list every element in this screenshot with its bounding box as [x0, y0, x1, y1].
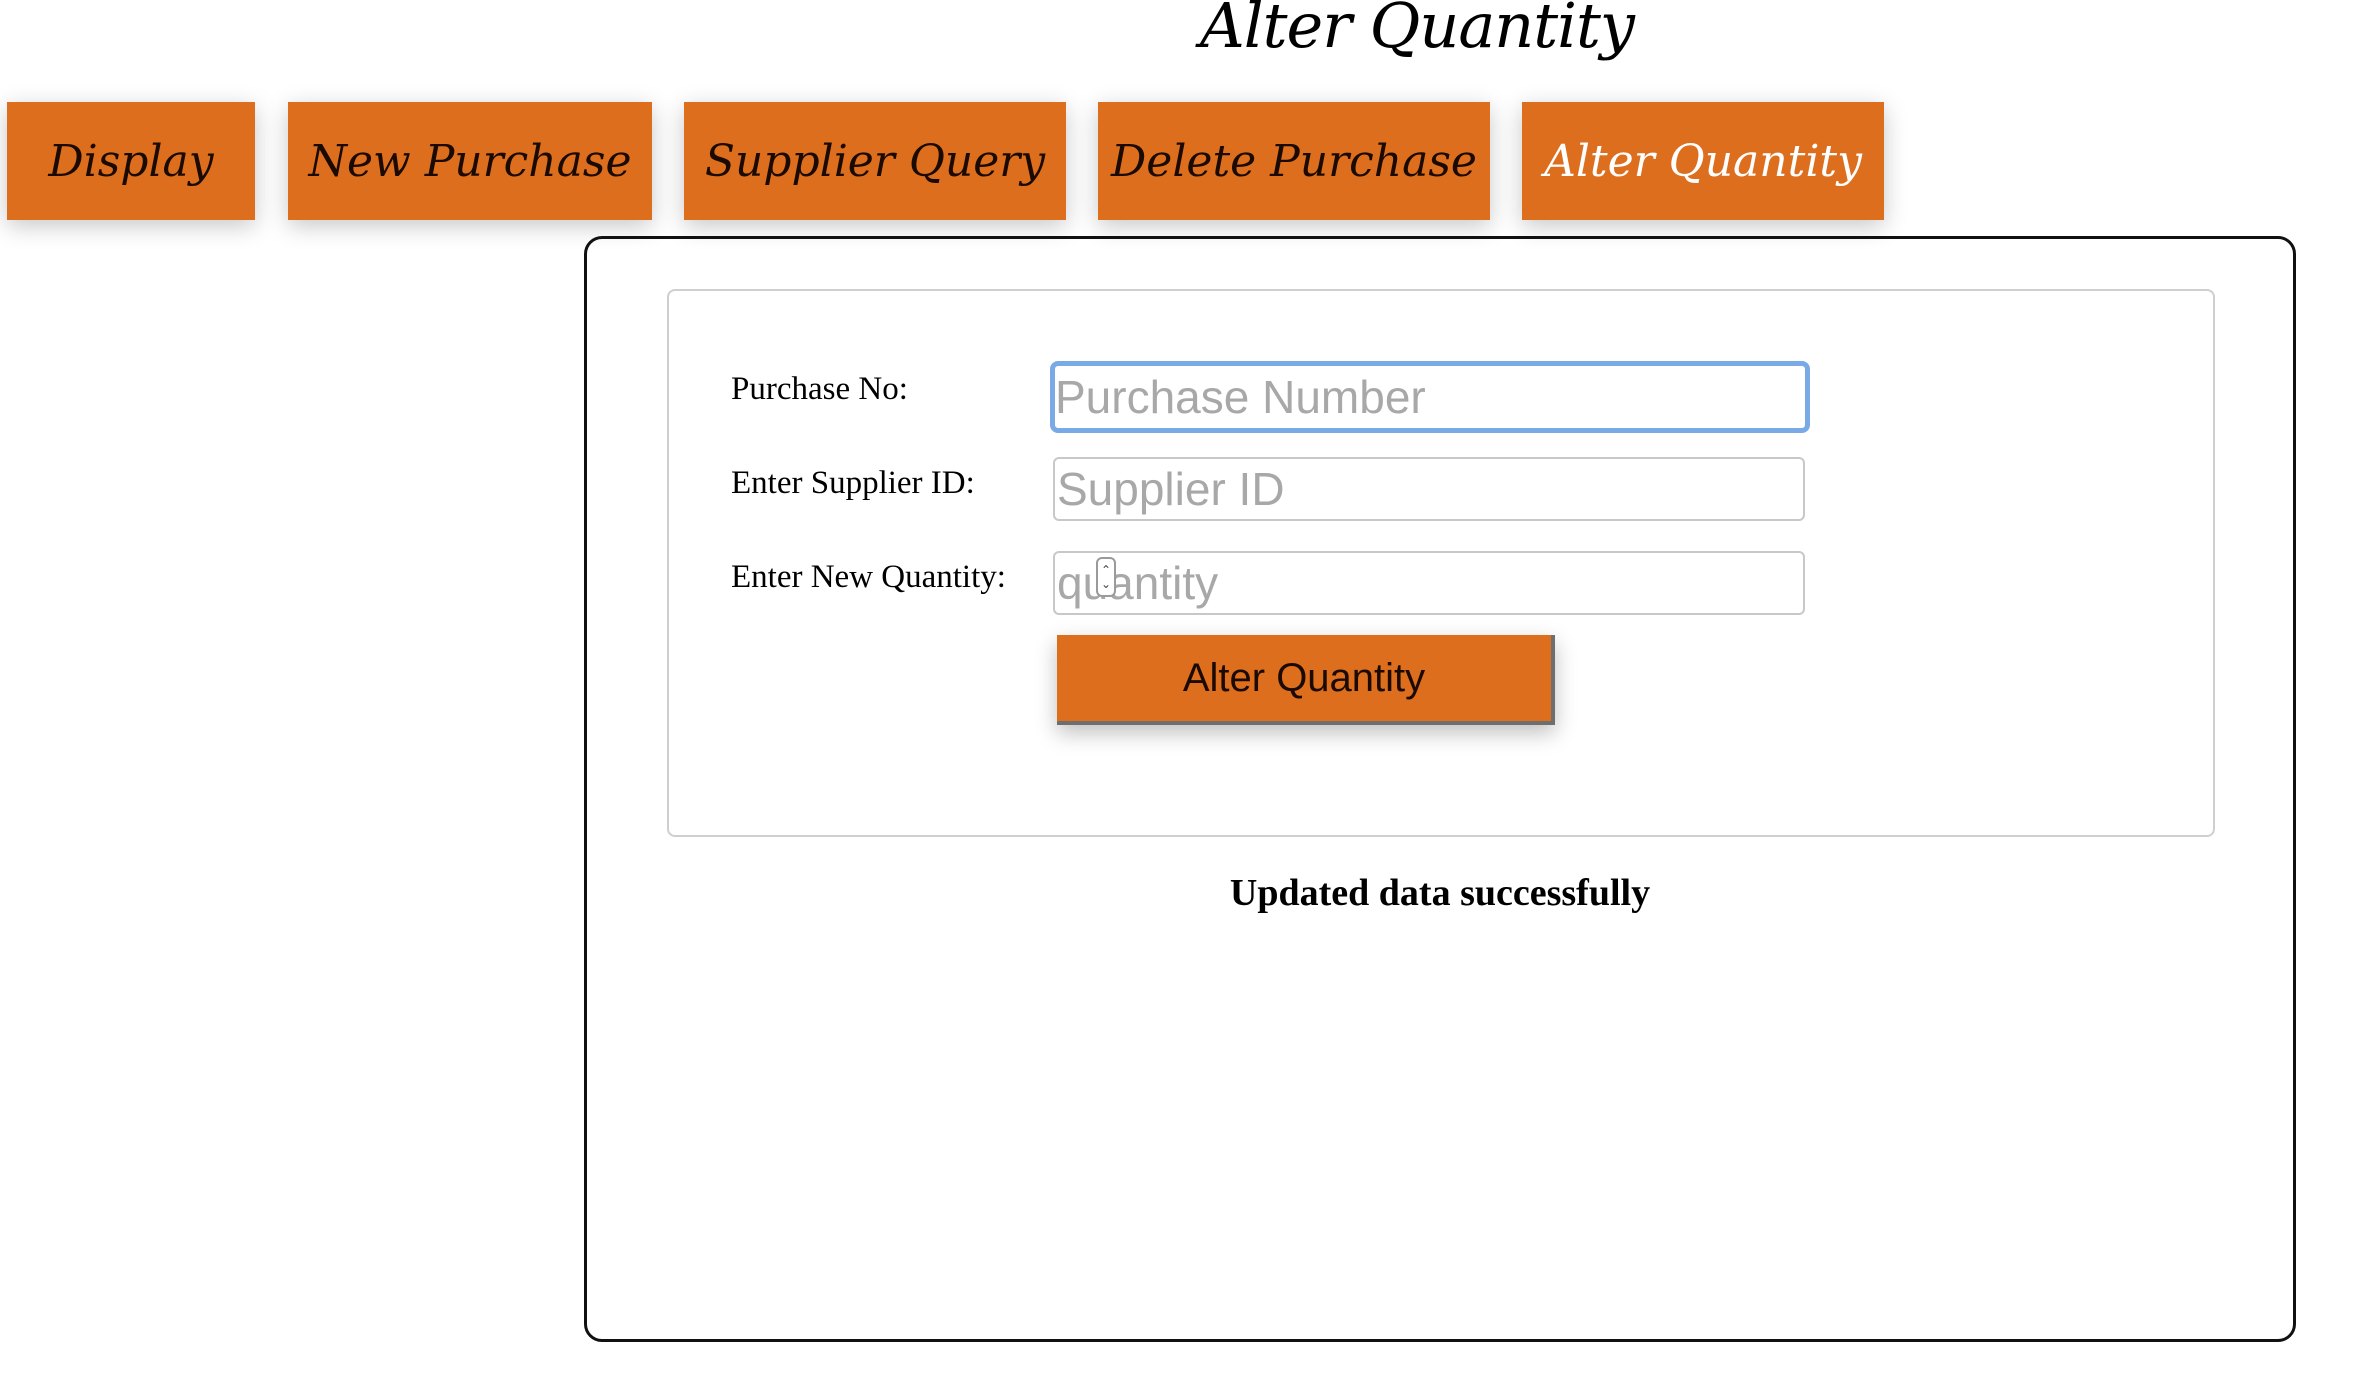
alter-quantity-form: Purchase No: Enter Supplier ID: Enter Ne…	[667, 289, 2215, 837]
purchase-number-input[interactable]	[1050, 361, 1810, 433]
new-quantity-label: Enter New Quantity:	[731, 559, 1006, 595]
chevron-up-icon[interactable]: ⌃	[1101, 563, 1111, 577]
chevron-down-icon[interactable]: ⌄	[1101, 577, 1111, 591]
tab-supplier-query[interactable]: Supplier Query	[684, 102, 1066, 220]
content-panel: Purchase No: Enter Supplier ID: Enter Ne…	[584, 236, 2296, 1342]
tab-delete-purchase[interactable]: Delete Purchase	[1098, 102, 1490, 220]
supplier-id-input[interactable]	[1053, 457, 1805, 521]
stepper-arrows-icon[interactable]: ⌃ ⌄	[1096, 557, 1116, 597]
page: Alter Quantity Display New Purchase Supp…	[0, 0, 2357, 1400]
purchase-no-label: Purchase No:	[731, 371, 908, 407]
tab-new-purchase[interactable]: New Purchase	[288, 102, 652, 220]
status-message: Updated data successfully	[1229, 872, 1651, 914]
alter-quantity-button[interactable]: Alter Quantity	[1057, 635, 1555, 725]
tab-display[interactable]: Display	[7, 102, 255, 220]
page-title: Alter Quantity	[1200, 0, 1635, 62]
supplier-id-label: Enter Supplier ID:	[731, 465, 975, 501]
quantity-input[interactable]	[1053, 551, 1805, 615]
tab-alter-quantity[interactable]: Alter Quantity	[1522, 102, 1884, 220]
